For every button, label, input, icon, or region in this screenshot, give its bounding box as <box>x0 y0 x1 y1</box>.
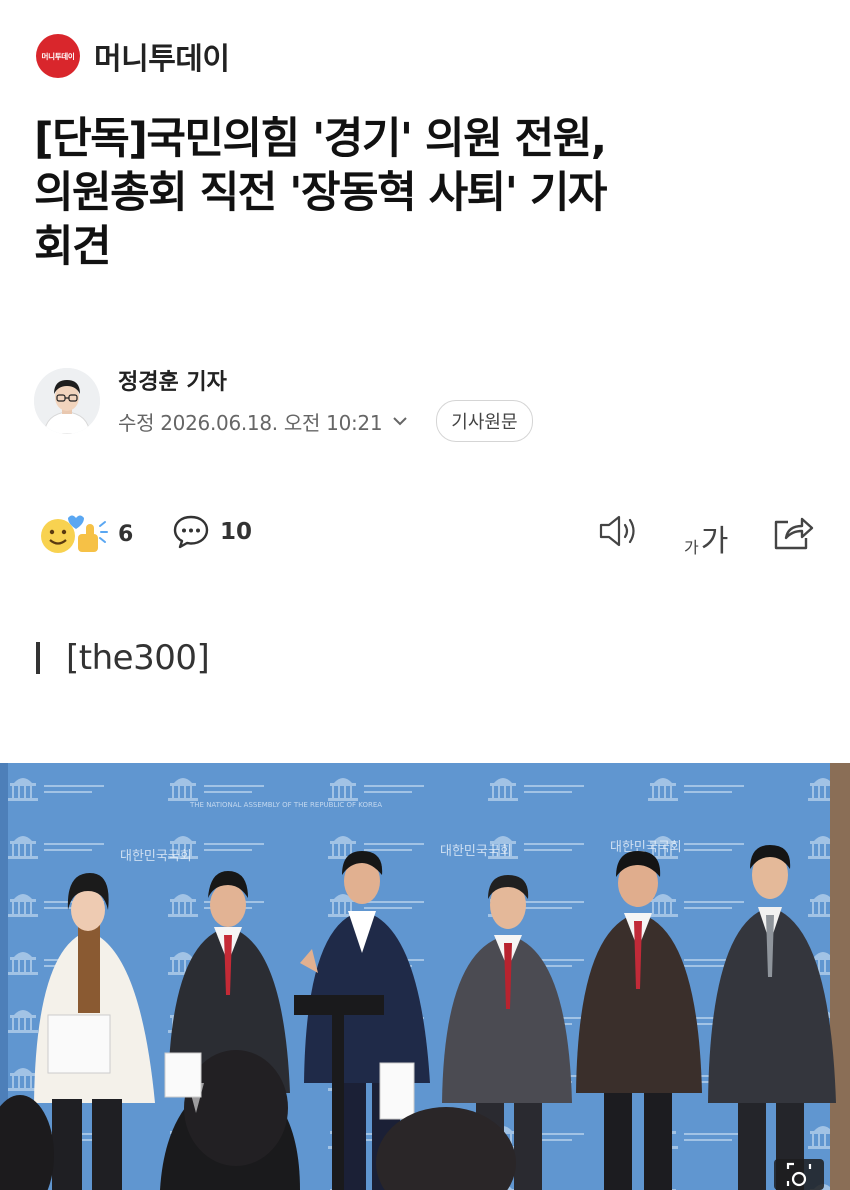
reaction-emoji-icon <box>41 515 108 553</box>
backdrop-text: 대한민국국회 <box>120 849 192 864</box>
reaction-count: 6 <box>118 521 134 547</box>
reaction-button[interactable]: 6 <box>38 512 133 556</box>
publisher-logo[interactable]: 머니투데이 <box>36 34 80 78</box>
reporter-name[interactable]: 정경훈 기자 <box>118 364 227 396</box>
article-meta: 수정 2026.06.18. 오전 10:21 기사원문 <box>118 400 533 442</box>
comment-bubble-icon <box>173 515 209 549</box>
article-headline: [단독]국민의힘 '경기' 의원 전원, 의원총회 직전 '장동혁 사퇴' 기자… <box>34 112 824 274</box>
backdrop-text: 대한민국국회 <box>440 844 512 859</box>
original-article-button[interactable]: 기사원문 <box>436 400 533 442</box>
chevron-down-icon[interactable] <box>390 411 410 431</box>
backdrop-subtext: THE NATIONAL ASSEMBLY OF THE REPUBLIC OF… <box>189 801 382 809</box>
reporter-avatar[interactable] <box>34 368 100 434</box>
publisher-header[interactable]: 머니투데이 머니투데이 <box>36 34 230 78</box>
article-photo[interactable]: 대한민국국회 대한민국국회 대한민국국회 THE NATIONAL ASSEMB… <box>0 763 850 1190</box>
headline-line: 회견 <box>34 222 112 272</box>
section-label: [the300] <box>66 638 210 678</box>
font-size-small-label: 가 <box>684 538 699 557</box>
expand-icon[interactable] <box>774 1159 824 1190</box>
comment-button[interactable]: 10 <box>172 514 252 550</box>
share-icon[interactable] <box>772 514 814 552</box>
article-date: 수정 2026.06.18. 오전 10:21 <box>118 410 383 435</box>
comment-count: 10 <box>220 519 253 545</box>
publisher-name[interactable]: 머니투데이 <box>94 34 230 78</box>
speaker-icon[interactable] <box>598 514 642 548</box>
headline-line: 의원총회 직전 '장동혁 사퇴' 기자 <box>34 168 608 218</box>
font-size-icon[interactable]: 가 가 <box>684 516 728 560</box>
headline-line: [단독]국민의힘 '경기' 의원 전원, <box>34 114 607 164</box>
section-divider <box>36 642 40 674</box>
font-size-big-label: 가 <box>700 524 729 559</box>
